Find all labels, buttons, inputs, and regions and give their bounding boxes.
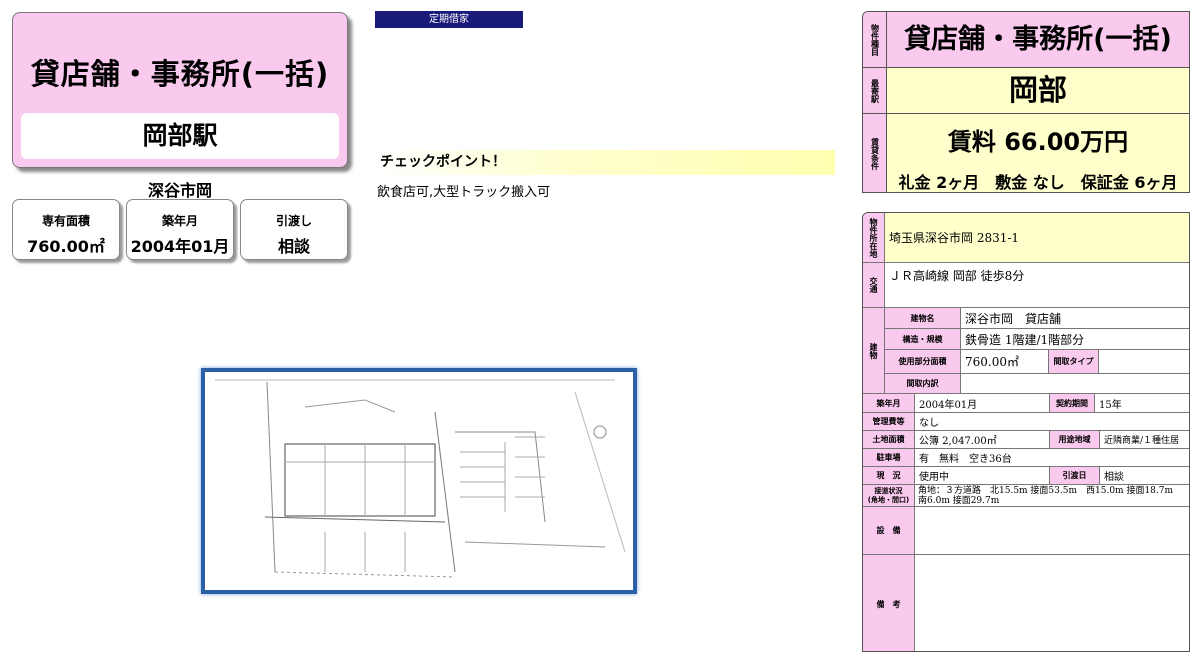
stat-value: 2004年01月 — [130, 237, 230, 256]
road-access-value: 角地：３方道路 北15.5m 接面53.5m 西15.0m 接面18.7m 南6… — [915, 485, 1189, 507]
station-side-label: 最寄駅 — [863, 68, 887, 113]
road-access-label: 接道状況 (角地・間口) — [863, 485, 915, 507]
parking-value: 有 無料 空き36台 — [915, 449, 1189, 467]
usable-area-value: 760.00㎡ — [961, 350, 1049, 374]
handover-value: 相談 — [1100, 467, 1189, 485]
layout-detail-label: 間取内訳 — [885, 374, 961, 394]
station-name: 岡部駅 — [142, 121, 218, 150]
site-plan-image[interactable] — [201, 368, 637, 594]
building-label: 建物 — [863, 308, 885, 394]
status-value: 使用中 — [915, 467, 1050, 485]
contract-label: 契約期間 — [1050, 394, 1095, 413]
property-type-title: 貸店舗・事務所(一括) — [30, 57, 330, 91]
equipment-value — [915, 507, 1189, 555]
checkpoint-text: 飲食店可,大型トラック搬入可 — [377, 185, 551, 200]
stat-floor-area: 専有面積 760.00㎡ — [12, 199, 120, 260]
checkpoint-title: チェックポイント！ — [375, 150, 835, 175]
property-type-card: 貸店舗・事務所(一括) 岡部駅 — [12, 12, 348, 168]
summary-property-type: 貸店舗・事務所(一括) — [887, 12, 1189, 67]
structure-value: 鉄骨造 1階建/1階部分 — [961, 329, 1189, 350]
rent-price: 賃料 66.00万円 — [947, 128, 1129, 156]
road-access-label-main: 接道状況 — [874, 487, 903, 495]
terms-side-label: 賃貸条件 — [863, 114, 887, 192]
rental-terms: 賃料 66.00万円 礼金 2ヶ月 敷金 なし 保証金 6ヶ月 — [887, 114, 1189, 192]
layout-detail-value — [961, 374, 1189, 394]
remarks-value — [915, 555, 1189, 651]
area-name: 深谷市岡 — [147, 181, 212, 200]
built-value: 2004年01月 — [915, 394, 1050, 413]
building-name-value: 深谷市岡 貸店舗 — [961, 308, 1189, 329]
stat-value: 相談 — [277, 237, 310, 256]
stat-handover: 引渡し 相談 — [240, 199, 348, 260]
type-side-label: 物件種目 — [863, 12, 887, 67]
management-fee-value: なし — [915, 413, 1189, 431]
handover-label: 引渡日 — [1050, 467, 1100, 485]
summary-panel: 物件種目 貸店舗・事務所(一括) 最寄駅 岡部 賃貸条件 賃料 66.00万円 … — [862, 11, 1190, 193]
remarks-label: 備 考 — [863, 555, 915, 651]
road-access-label-sub: (角地・間口) — [867, 496, 910, 504]
zoning-label: 用途地域 — [1050, 431, 1100, 449]
layout-type-value — [1099, 350, 1189, 374]
structure-label: 構造・規模 — [885, 329, 961, 350]
property-detail-table: 物件所在地 埼玉県深谷市岡 2831-1 交通 ＪＲ高崎線 岡部 徒歩8分 建物… — [862, 212, 1190, 652]
stat-label: 築年月 — [161, 214, 198, 228]
building-name-label: 建物名 — [885, 308, 961, 329]
access-label: 交通 — [863, 263, 885, 308]
status-label: 現 況 — [863, 467, 915, 485]
layout-type-label: 間取タイプ — [1049, 350, 1099, 374]
stat-built-date: 築年月 2004年01月 — [126, 199, 234, 260]
stat-label: 引渡し — [275, 214, 312, 228]
site-plan-drawing-icon — [215, 379, 626, 578]
stat-label: 専有面積 — [41, 214, 90, 228]
deposit-terms: 礼金 2ヶ月 敷金 なし 保証金 6ヶ月 — [898, 173, 1178, 192]
usable-area-label: 使用部分面積 — [885, 350, 961, 374]
land-area-label: 土地面積 — [863, 431, 915, 449]
management-fee-label: 管理費等 — [863, 413, 915, 431]
contract-value: 15年 — [1095, 394, 1189, 413]
land-area-value: 公簿 2,047.00㎡ — [915, 431, 1050, 449]
zoning-value: 近隣商業/１種住居 — [1100, 431, 1189, 449]
location-value: 埼玉県深谷市岡 2831-1 — [885, 213, 1189, 263]
station-box: 岡部駅 — [21, 113, 339, 159]
lease-type-badge: 定期借家 — [375, 11, 523, 28]
location-label: 物件所在地 — [863, 213, 885, 263]
built-label: 築年月 — [863, 394, 915, 413]
equipment-label: 設 備 — [863, 507, 915, 555]
access-value: ＪＲ高崎線 岡部 徒歩8分 — [885, 263, 1189, 308]
stat-value: 760.00㎡ — [27, 237, 105, 256]
parking-label: 駐車場 — [863, 449, 915, 467]
summary-station: 岡部 — [887, 68, 1189, 113]
